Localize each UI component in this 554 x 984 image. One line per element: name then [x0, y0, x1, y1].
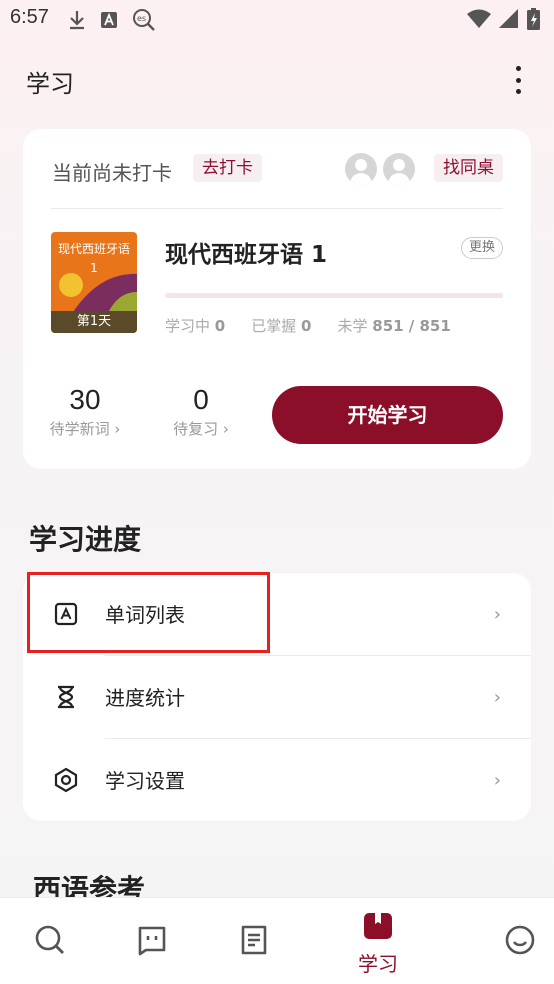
stat-unlearned: 未学 851 / 851 [337, 317, 451, 335]
study-card: 当前尚未打卡 去打卡 找同桌 现代西班牙语 1 第1天 现代西班牙语 1 更换 … [23, 129, 531, 469]
settings-hexagon-icon [54, 767, 78, 793]
change-book-button[interactable]: 更换 [460, 237, 503, 259]
start-learning-button[interactable]: 开始学习 [272, 386, 503, 444]
tab-study[interactable]: 学习 [338, 898, 418, 984]
stat-mastered: 已掌握 0 [251, 317, 312, 335]
smile-icon [505, 925, 535, 955]
status-time: 6:57 [10, 6, 49, 28]
svg-text:es: es [137, 14, 146, 23]
new-words-label: 待学新词 › [49, 420, 121, 438]
status-bar: 6:57 es [0, 0, 554, 38]
stat-learning: 学习中 0 [165, 317, 226, 335]
review-label: 待复习 › [173, 420, 229, 438]
tab-search[interactable] [10, 898, 90, 984]
book-icon [364, 913, 392, 939]
tab-study-label: 学习 [358, 952, 398, 976]
find-deskmate-button[interactable]: 找同桌 [434, 154, 503, 182]
menu-item-study-settings[interactable]: 学习设置 › [23, 739, 531, 821]
checkin-status: 当前尚未打卡 [52, 161, 172, 185]
new-words-count[interactable]: 30 待学新词 › [35, 384, 135, 439]
tab-notes[interactable] [214, 898, 294, 984]
new-words-number: 30 [69, 384, 101, 415]
status-icons-left: es [68, 8, 156, 32]
chat-box-icon [138, 926, 166, 956]
book-title: 现代西班牙语 1 [165, 242, 328, 268]
search-es-icon: es [133, 9, 155, 31]
highlight-box [27, 572, 270, 653]
checkin-button[interactable]: 去打卡 [193, 154, 262, 182]
signal-icon [499, 9, 518, 28]
more-vertical-icon[interactable] [512, 66, 524, 94]
battery-charging-icon [527, 8, 540, 30]
avatar [383, 153, 415, 185]
chevron-right-icon: › [493, 604, 501, 625]
book-stats: 学习中 0 已掌握 0 未学 851 / 851 [165, 315, 451, 336]
book-cover[interactable]: 现代西班牙语 1 第1天 [51, 232, 137, 333]
status-icons-right [467, 8, 540, 30]
tab-profile[interactable] [480, 898, 554, 984]
document-icon [241, 925, 267, 955]
divider [51, 208, 503, 209]
wifi-icon [467, 9, 491, 28]
chevron-right-icon: › [493, 770, 501, 791]
page-title: 学习 [26, 70, 74, 98]
chevron-right-icon: › [493, 687, 501, 708]
progress-section-title: 学习进度 [29, 523, 142, 556]
app-bar: 学习 [0, 52, 554, 108]
search-icon [35, 925, 64, 954]
book-cover-title: 现代西班牙语 1 [57, 242, 130, 275]
avatar [345, 153, 377, 185]
font-a-icon [101, 12, 117, 28]
tab-bar: 学习 [0, 897, 554, 984]
download-icon [70, 11, 84, 30]
book-cover-day: 第1天 [51, 311, 137, 333]
tab-chat[interactable] [112, 898, 192, 984]
review-count[interactable]: 0 待复习 › [151, 384, 251, 439]
review-number: 0 [193, 384, 209, 415]
menu-item-label: 学习设置 [105, 769, 185, 793]
menu-item-label: 进度统计 [105, 686, 185, 710]
hourglass-icon [58, 685, 74, 709]
book-progress-bar [165, 293, 503, 298]
menu-item-progress-stats[interactable]: 进度统计 › [23, 656, 531, 738]
